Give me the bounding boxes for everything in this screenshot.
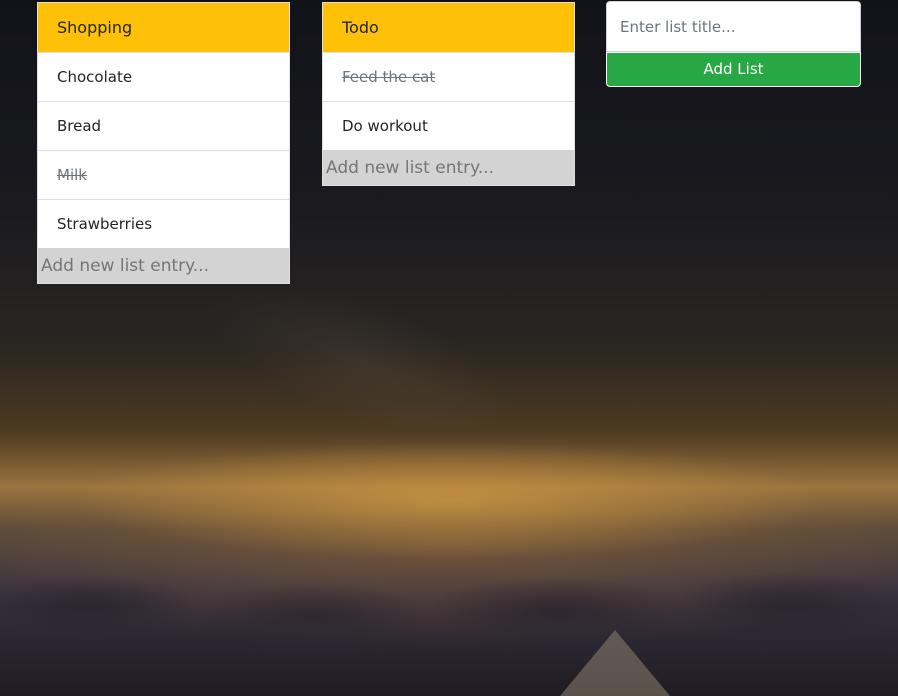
list-entry[interactable]: Do workout bbox=[323, 101, 574, 150]
list-entry-done[interactable]: Feed the cat bbox=[323, 52, 574, 101]
list-entry[interactable]: Chocolate bbox=[38, 52, 289, 101]
new-entry-input[interactable] bbox=[323, 150, 574, 185]
list-entry-done[interactable]: Milk bbox=[38, 150, 289, 199]
list-card-shopping: Shopping Chocolate Bread Milk Strawberri… bbox=[37, 2, 290, 284]
list-title: Shopping bbox=[38, 3, 289, 52]
list-title: Todo bbox=[323, 3, 574, 52]
list-title-input[interactable] bbox=[606, 1, 861, 52]
list-entry[interactable]: Bread bbox=[38, 101, 289, 150]
add-list-button[interactable]: Add List bbox=[606, 52, 861, 87]
list-entry[interactable]: Strawberries bbox=[38, 199, 289, 248]
cloud-layer bbox=[0, 540, 898, 650]
new-list-panel: Add List bbox=[606, 1, 861, 87]
road-path bbox=[560, 630, 670, 696]
list-card-todo: Todo Feed the cat Do workout bbox=[322, 2, 575, 186]
new-entry-input[interactable] bbox=[38, 248, 289, 283]
